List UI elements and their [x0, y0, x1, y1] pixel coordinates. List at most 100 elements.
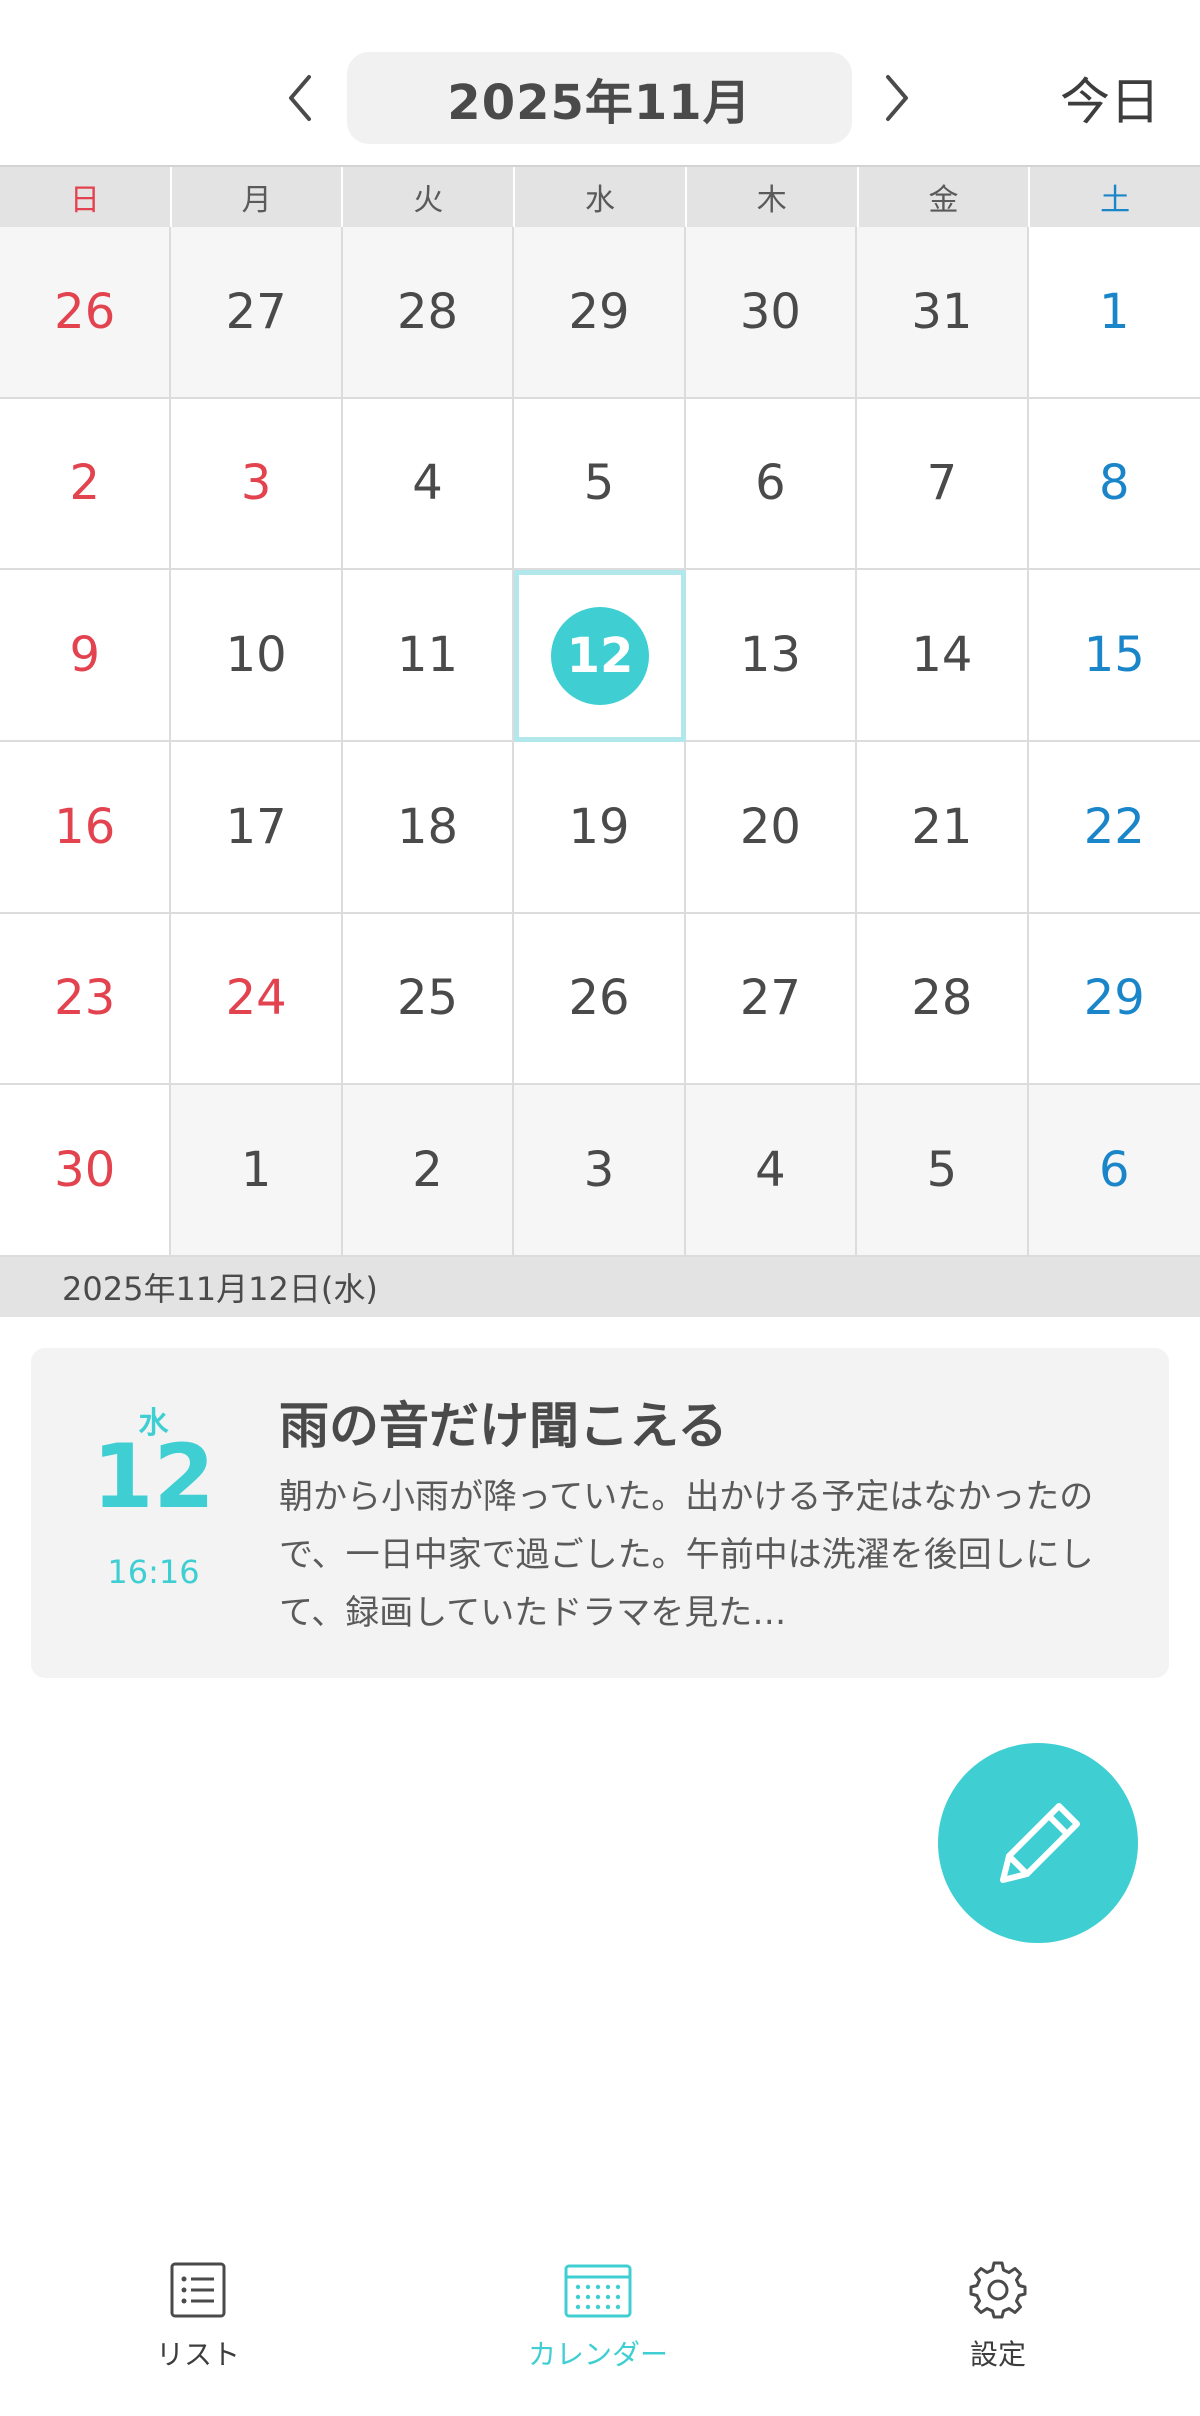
calendar-day-cell[interactable]: 21 [857, 742, 1029, 914]
calendar-day-number: 28 [397, 283, 459, 340]
calendar-day-number: 4 [755, 1142, 786, 1199]
calendar-day-cell[interactable]: 29 [514, 227, 686, 399]
calendar-day-cell[interactable]: 1 [171, 1085, 343, 1257]
calendar-day-number: 14 [911, 627, 973, 684]
calendar-day-cell[interactable]: 12 [514, 570, 686, 742]
calendar-day-number: 10 [225, 627, 287, 684]
weekday-sunday: 日 [0, 167, 172, 227]
calendar-day-number: 6 [755, 455, 786, 512]
calendar-day-number: 5 [926, 1142, 958, 1199]
calendar-day-cell[interactable]: 31 [857, 227, 1029, 399]
calendar-day-number: 5 [583, 455, 615, 512]
calendar-grid: 26 27 28 29 30 31 1 2 3 4 5 6 7 8 9 10 11 12 13 14 15 16 17 18 1… [0, 227, 1200, 1257]
calendar-day-cell[interactable]: 4 [342, 398, 515, 571]
new-entry-button[interactable] [938, 1743, 1138, 1943]
calendar-day-number: 1 [1099, 283, 1130, 340]
calendar-day-number: 24 [225, 970, 287, 1027]
tab-list-label: リスト [155, 2338, 240, 2371]
calendar-day-number: 22 [1083, 798, 1145, 855]
entry-body: 朝から小雨が降っていた。出かける予定はなかったので、一日中家で過ごした。午前中は… [279, 1477, 1094, 1633]
calendar-day-number: 7 [926, 455, 958, 512]
calendar-day-cell[interactable]: 19 [514, 742, 686, 914]
calendar-day-number: 13 [739, 627, 801, 684]
chevron-right-icon [886, 75, 908, 121]
calendar-day-number: 30 [739, 283, 801, 340]
calendar-day-cell[interactable]: 30 [685, 227, 858, 399]
tab-settings[interactable]: 設定 [888, 2255, 1108, 2373]
calendar-day-cell[interactable]: 11 [342, 570, 515, 742]
calendar-day-number: 6 [1099, 1142, 1130, 1199]
calendar-header: 2025年11月 今日 [0, 0, 1200, 165]
tab-calendar-label: カレンダー [527, 2338, 668, 2371]
calendar-day-cell[interactable]: 17 [171, 742, 343, 914]
calendar-day-number: 29 [568, 283, 630, 340]
calendar-day-cell[interactable]: 13 [685, 570, 858, 742]
calendar-day-number: 3 [583, 1142, 615, 1199]
calendar-day-cell[interactable]: 28 [342, 227, 515, 399]
calendar-day-cell[interactable]: 7 [857, 398, 1029, 571]
calendar-day-cell[interactable]: 3 [514, 1085, 686, 1257]
calendar-day-number: 4 [412, 455, 443, 512]
calendar-day-number: 16 [54, 798, 116, 855]
calendar-day-number: 23 [54, 970, 116, 1027]
weekday-friday: 金 [859, 167, 1031, 227]
diary-entry-card[interactable]: 水 12 16:16 雨の音だけ聞こえる 朝から小雨が降っていた。出かける予定は… [31, 1348, 1169, 1678]
today-button[interactable]: 今日 [1035, 58, 1185, 138]
tab-calendar[interactable]: カレンダー [488, 2255, 708, 2373]
calendar-day-cell[interactable]: 8 [1028, 398, 1200, 571]
calendar-day-cell[interactable]: 5 [514, 398, 686, 571]
calendar-day-cell[interactable]: 25 [342, 913, 515, 1086]
calendar-day-cell[interactable]: 1 [1028, 227, 1200, 399]
selected-date-label: 2025年11月12日(水) [62, 1270, 378, 1308]
tab-settings-label: 設定 [969, 2338, 1026, 2371]
calendar-day-cell[interactable]: 28 [857, 913, 1029, 1086]
calendar-day-number: 8 [1099, 455, 1130, 512]
calendar-day-number: 31 [911, 283, 973, 340]
calendar-day-cell[interactable]: 6 [685, 398, 858, 571]
weekday-header: 日 月 火 水 木 金 土 [0, 165, 1200, 227]
weekday-thursday: 木 [687, 167, 859, 227]
calendar-day-cell[interactable]: 24 [171, 913, 343, 1086]
calendar-day-number: 2 [412, 1142, 443, 1199]
month-title[interactable]: 2025年11月 [347, 52, 852, 144]
calendar-day-number: 1 [240, 1142, 272, 1199]
chevron-left-icon [289, 75, 311, 121]
calendar-day-cell[interactable]: 4 [685, 1085, 858, 1257]
weekday-tuesday: 火 [343, 167, 516, 227]
calendar-day-cell[interactable]: 18 [342, 742, 515, 914]
calendar-day-cell[interactable]: 22 [1028, 742, 1200, 914]
calendar-day-cell[interactable]: 6 [1028, 1085, 1200, 1257]
prev-month-button[interactable] [280, 62, 320, 134]
bottom-navigation: リスト カレンダー 設定 [0, 2210, 1200, 2416]
calendar-day-number: 26 [54, 283, 116, 340]
calendar-day-cell[interactable]: 15 [1028, 570, 1200, 742]
calendar-day-cell[interactable]: 30 [0, 1085, 172, 1257]
calendar-day-cell[interactable]: 2 [0, 398, 172, 571]
calendar-day-cell[interactable]: 26 [514, 913, 686, 1086]
calendar-day-cell[interactable]: 2 [342, 1085, 515, 1257]
calendar-day-cell[interactable]: 9 [0, 570, 172, 742]
calendar-day-cell[interactable]: 16 [0, 742, 172, 914]
calendar-day-cell[interactable]: 26 [0, 227, 172, 399]
calendar-icon [564, 2264, 632, 2318]
calendar-day-cell[interactable]: 29 [1028, 913, 1200, 1086]
calendar-day-cell[interactable]: 23 [0, 913, 172, 1086]
selected-date-bar: 2025年11月12日(水) [0, 1257, 1200, 1317]
calendar-day-number: 18 [397, 798, 459, 855]
calendar-day-number: 15 [1083, 627, 1145, 684]
entry-title: 雨の音だけ聞こえる [279, 1397, 728, 1455]
calendar-day-number: 25 [397, 970, 459, 1027]
calendar-day-cell[interactable]: 10 [171, 570, 343, 742]
calendar-day-cell[interactable]: 3 [171, 398, 343, 571]
calendar-day-cell[interactable]: 14 [857, 570, 1029, 742]
calendar-day-cell[interactable]: 27 [171, 227, 343, 399]
calendar-day-cell[interactable]: 20 [685, 742, 858, 914]
gear-icon [969, 2261, 1027, 2319]
calendar-day-cell[interactable]: 5 [857, 1085, 1029, 1257]
weekday-saturday: 土 [1100, 183, 1131, 218]
weekday-monday: 月 [172, 167, 344, 227]
calendar-day-number: 26 [568, 970, 630, 1027]
tab-list[interactable]: リスト [88, 2255, 308, 2373]
calendar-day-cell[interactable]: 27 [685, 913, 858, 1086]
next-month-button[interactable] [877, 62, 917, 134]
